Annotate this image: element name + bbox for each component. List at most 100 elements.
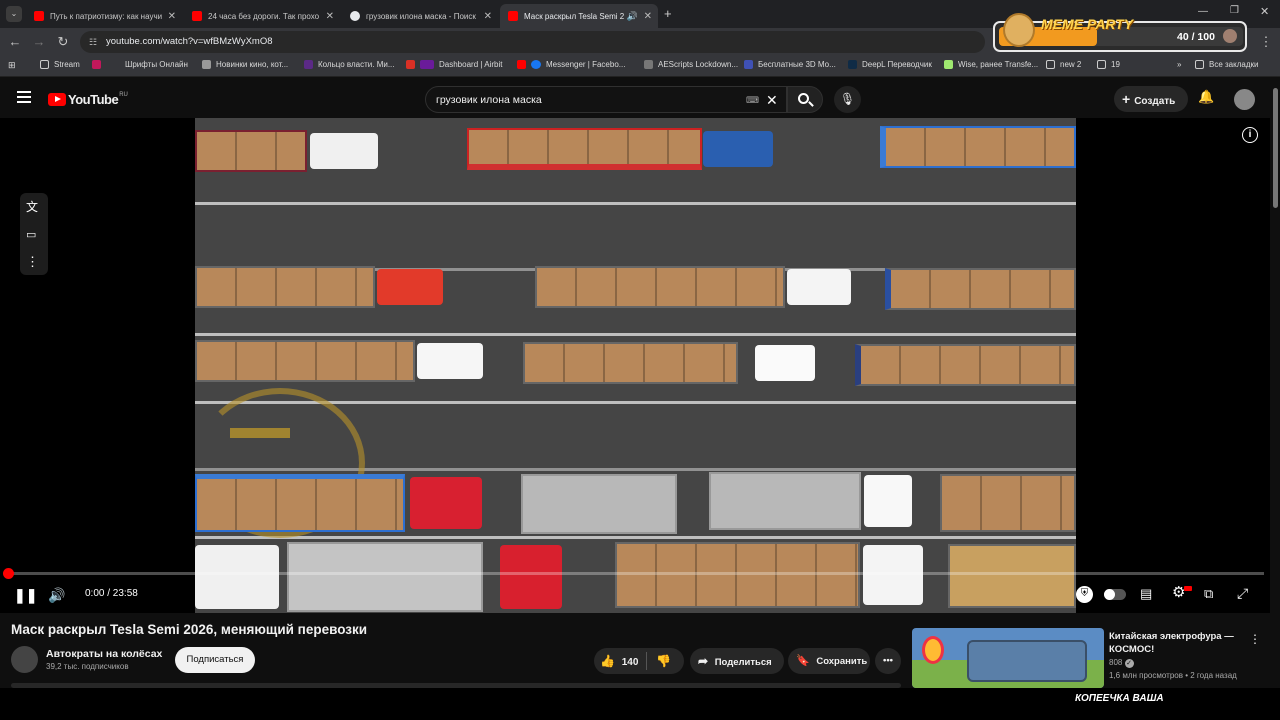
folder-icon bbox=[1195, 60, 1204, 69]
avatar bbox=[1223, 29, 1237, 43]
voice-search-button[interactable]: 🎙 bbox=[834, 86, 861, 113]
clear-search-icon[interactable]: ✕ bbox=[766, 87, 778, 113]
translate-icon[interactable]: 文 bbox=[26, 199, 38, 215]
info-icon[interactable]: i bbox=[1242, 127, 1258, 143]
new-tab-button[interactable]: + bbox=[664, 6, 672, 21]
youtube-logo[interactable]: YouTube RU bbox=[48, 92, 128, 107]
bookmark-messenger[interactable]: Messenger | Facebo... bbox=[517, 60, 625, 69]
video-title: Маск раскрыл Tesla Semi 2026, меняющий п… bbox=[11, 622, 368, 637]
tab-search-button[interactable]: ⌄ bbox=[6, 6, 22, 22]
more-actions-button[interactable]: ••• bbox=[875, 648, 901, 674]
channel-label: 808 bbox=[1109, 658, 1123, 667]
back-button[interactable]: ← bbox=[7, 34, 23, 50]
subtitles-icon[interactable]: ▭ bbox=[26, 227, 36, 243]
all-bookmarks[interactable]: Все закладки bbox=[1195, 60, 1258, 69]
account-avatar[interactable] bbox=[1234, 89, 1255, 110]
tab-2[interactable]: 24 часа без дороги. Так прохо ✕ bbox=[184, 4, 340, 28]
meme-party-widget[interactable]: MEME PARTY 40 / 100 bbox=[993, 13, 1247, 52]
dislike-button[interactable]: 👎 bbox=[656, 648, 671, 674]
autoplay-toggle[interactable] bbox=[1104, 589, 1126, 600]
shield-icon[interactable]: ⛨ bbox=[1076, 586, 1093, 603]
subscribe-button[interactable]: Подписаться bbox=[175, 647, 255, 673]
miniplayer-button[interactable]: ⧉ bbox=[1204, 586, 1213, 602]
pause-button[interactable]: ❚❚ bbox=[14, 587, 37, 603]
close-window-button[interactable]: ✕ bbox=[1260, 5, 1269, 18]
google-favicon-icon bbox=[350, 11, 360, 21]
like-button[interactable]: 👍 140 bbox=[600, 648, 638, 674]
hamburger-menu-icon[interactable] bbox=[17, 91, 31, 103]
region-badge: RU bbox=[119, 91, 128, 98]
url-text: youtube.com/watch?v=wfBMzWyXmO8 bbox=[106, 36, 273, 47]
bookmark-icon bbox=[304, 60, 313, 69]
bookmark-icon bbox=[848, 60, 857, 69]
verified-icon: ✓ bbox=[1124, 659, 1134, 668]
notifications-bell-icon[interactable]: 🔔 bbox=[1198, 89, 1214, 105]
time-display: 0:00 / 23:58 bbox=[85, 588, 138, 599]
bookmark-19[interactable]: 19 bbox=[1097, 60, 1120, 69]
create-label: Создать bbox=[1134, 96, 1176, 107]
search-input[interactable]: грузовик илона маска ⌨ ✕ bbox=[425, 86, 787, 113]
volume-button[interactable]: 🔊 bbox=[48, 587, 65, 603]
thumbs-down-icon: 👎 bbox=[656, 654, 671, 668]
url-field[interactable]: ☷ youtube.com/watch?v=wfBMzWyXmO8 bbox=[80, 31, 985, 53]
bookmark-aescripts[interactable]: AEScripts Lockdown... bbox=[644, 60, 738, 69]
channel-avatar[interactable] bbox=[11, 646, 38, 673]
forward-button[interactable]: → bbox=[31, 34, 47, 50]
scrubber-handle[interactable] bbox=[3, 568, 14, 579]
recommended-thumbnail[interactable] bbox=[912, 628, 1104, 688]
search-button[interactable] bbox=[787, 86, 823, 113]
minimize-button[interactable]: — bbox=[1198, 6, 1208, 17]
overlay-caption: КОПЕЕЧКА ВАША bbox=[1075, 693, 1164, 704]
recommended-more-icon[interactable]: ⋮ bbox=[1249, 632, 1261, 646]
tab-close-icon[interactable]: ✕ bbox=[644, 11, 652, 22]
bookmark-fonts[interactable]: Шрифты Онлайн bbox=[92, 60, 188, 69]
bookmark-stream[interactable]: Stream bbox=[40, 60, 80, 69]
apps-icon[interactable]: ⊞ bbox=[8, 60, 16, 71]
bookmark-deepl[interactable]: DeepL Переводчик bbox=[848, 60, 932, 69]
more-options-icon[interactable]: ⋮ bbox=[26, 254, 39, 270]
tab-title: 24 часа без дороги. Так прохо bbox=[208, 11, 320, 21]
create-button[interactable]: + Создать bbox=[1114, 86, 1188, 112]
tab-close-icon[interactable]: ✕ bbox=[326, 11, 334, 22]
bookmark-3d[interactable]: Бесплатные 3D Мо... bbox=[744, 60, 836, 69]
recommended-channel[interactable]: 808 ✓ bbox=[1109, 658, 1134, 668]
video-frame[interactable] bbox=[195, 118, 1076, 613]
restore-button[interactable]: ❐ bbox=[1230, 5, 1239, 16]
bookmark-icon bbox=[644, 60, 653, 69]
like-count: 140 bbox=[621, 657, 639, 668]
tab-3[interactable]: грузовик илона маска - Поиск ✕ bbox=[342, 4, 498, 28]
thumbnail-badge bbox=[922, 636, 944, 664]
speaker-icon[interactable]: 🔊 bbox=[627, 11, 638, 22]
tab-close-icon[interactable]: ✕ bbox=[168, 11, 176, 22]
progress-bar[interactable] bbox=[8, 572, 1264, 575]
folder-icon bbox=[1046, 60, 1055, 69]
bookmark-new2[interactable]: new 2 bbox=[1046, 60, 1081, 69]
bookmark-ring[interactable]: Кольцо власти. Ми... bbox=[304, 60, 395, 69]
more-horizontal-icon: ••• bbox=[883, 655, 893, 666]
keyboard-icon[interactable]: ⌨ bbox=[746, 87, 759, 113]
recommended-title[interactable]: Китайская электрофура — КОСМОС! bbox=[1109, 630, 1245, 656]
site-info-icon[interactable]: ☷ bbox=[89, 31, 97, 53]
tab-4-active[interactable]: Маск раскрыл Tesla Semi 2 🔊 ✕ bbox=[500, 4, 658, 28]
bookmark-movies[interactable]: Новинки кино, кот... bbox=[202, 60, 288, 69]
captions-button[interactable]: ▤ bbox=[1140, 586, 1152, 602]
save-label: Сохранить bbox=[816, 656, 868, 667]
bookmark-wise[interactable]: Wise, ранее Transfe... bbox=[944, 60, 1038, 69]
bookmark-airbit[interactable]: Dashboard | Airbit bbox=[406, 60, 502, 69]
menu-button[interactable]: ⋮ bbox=[1258, 34, 1274, 50]
reload-button[interactable]: ↻ bbox=[55, 34, 71, 50]
thumbs-up-icon: 👍 bbox=[600, 654, 615, 668]
channel-name[interactable]: Автократы на колёсах bbox=[46, 648, 162, 660]
bookmark-icon bbox=[944, 60, 953, 69]
bookmarks-bar: ⊞ Stream Шрифты Онлайн Новинки кино, кот… bbox=[0, 56, 1280, 77]
tab-1[interactable]: Путь к патриотизму: как научи ✕ bbox=[26, 4, 182, 28]
page-scrollbar[interactable] bbox=[1272, 78, 1280, 688]
fullscreen-button[interactable]: ⤢ bbox=[1237, 585, 1248, 601]
share-button[interactable]: ➦ Поделиться bbox=[690, 648, 784, 674]
save-button[interactable]: 🔖 Сохранить bbox=[788, 648, 870, 674]
youtube-favicon-icon bbox=[508, 11, 518, 21]
scrollbar-thumb[interactable] bbox=[1273, 88, 1278, 208]
more-bookmarks-icon[interactable]: » bbox=[1177, 60, 1181, 69]
tab-close-icon[interactable]: ✕ bbox=[484, 11, 492, 22]
extension-side-toolbar: 文 ▭ ⋮ bbox=[20, 193, 48, 275]
